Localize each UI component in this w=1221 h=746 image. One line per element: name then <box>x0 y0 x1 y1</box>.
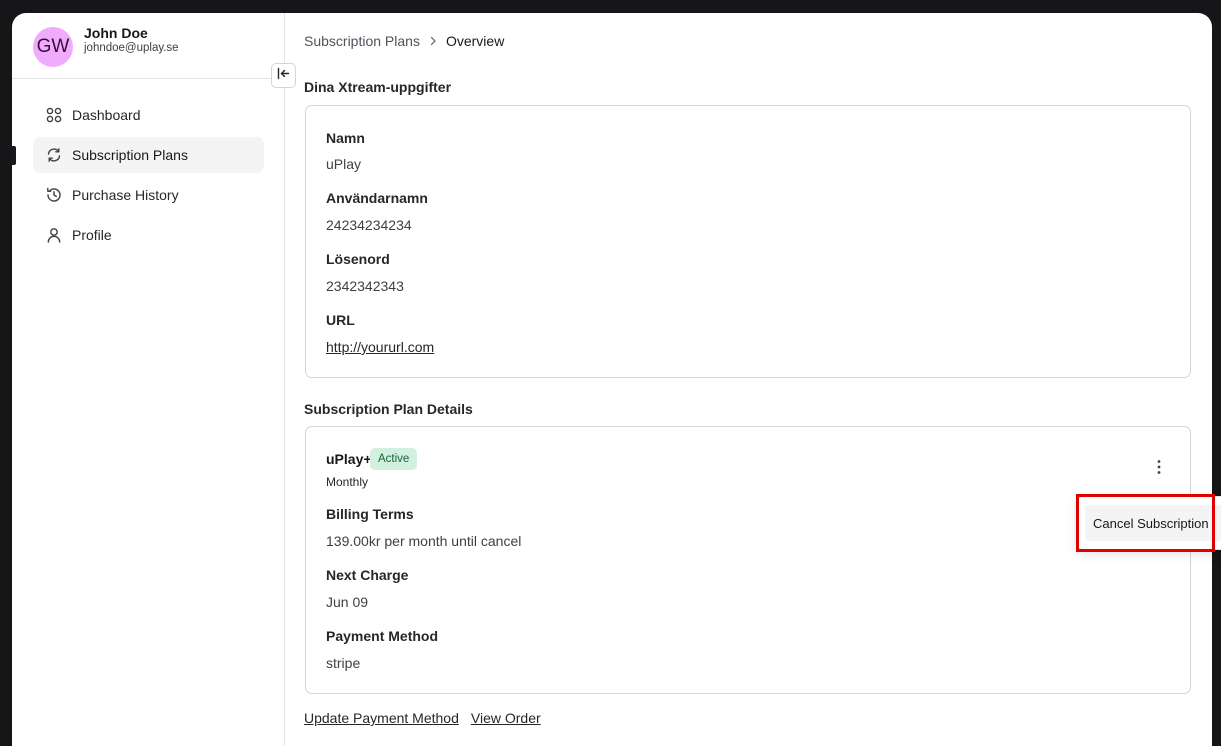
plan-details-card: uPlay+ Active Monthly Billing Terms 139.… <box>305 426 1191 694</box>
plan-actions: Update Payment Method View Order <box>304 710 541 726</box>
update-payment-method-link[interactable]: Update Payment Method <box>304 710 459 726</box>
field-value: 2342342343 <box>326 278 404 294</box>
active-indicator <box>12 146 16 165</box>
field-label: Lösenord <box>326 251 390 267</box>
sidebar-item-dashboard[interactable]: Dashboard <box>33 97 264 133</box>
field-label: Namn <box>326 130 365 146</box>
app-window: GW John Doe johndoe@uplay.se Dashboard S… <box>12 13 1212 746</box>
refresh-icon <box>45 146 63 164</box>
main-content: Subscription Plans Overview Dina Xtream-… <box>286 13 1212 746</box>
plan-period: Monthly <box>326 475 369 489</box>
field-label: Payment Method <box>326 628 439 644</box>
breadcrumb: Subscription Plans Overview <box>304 33 504 49</box>
field-value: 139.00kr per month until cancel <box>326 533 522 549</box>
sidebar-item-label: Dashboard <box>72 107 141 123</box>
history-icon <box>45 186 63 204</box>
field-value: uPlay <box>326 156 362 172</box>
sidebar-item-label: Profile <box>72 227 112 243</box>
more-vertical-icon <box>1157 459 1161 480</box>
field-value: Jun 09 <box>326 594 369 610</box>
xtream-details-card: Namn uPlay Användarnamn 24234234234 Löse… <box>305 105 1191 378</box>
sidebar-nav: Dashboard Subscription Plans Purchase Hi… <box>12 97 264 257</box>
cancel-subscription-menu-item[interactable]: Cancel Subscription <box>1085 505 1221 541</box>
user-icon <box>45 226 63 244</box>
xtream-section-title: Dina Xtream-uppgifter <box>304 79 452 95</box>
sidebar-item-profile[interactable]: Profile <box>33 217 264 253</box>
more-options-button[interactable] <box>1150 459 1168 479</box>
sidebar-item-label: Subscription Plans <box>72 147 188 163</box>
avatar: GW <box>33 27 73 67</box>
collapse-sidebar-button[interactable] <box>271 63 296 88</box>
breadcrumb-current: Overview <box>445 33 505 49</box>
field-label: Användarnamn <box>326 190 428 206</box>
plan-name: uPlay+ <box>326 451 372 467</box>
sidebar-item-label: Purchase History <box>72 187 179 203</box>
xtream-url-link[interactable]: http://yoururl.com <box>326 339 434 355</box>
collapse-left-icon <box>277 67 290 85</box>
field-label: URL <box>326 312 355 328</box>
user-header: GW John Doe johndoe@uplay.se <box>12 13 284 79</box>
field-value: 24234234234 <box>326 217 412 233</box>
chevron-right-icon <box>429 36 437 46</box>
breadcrumb-parent[interactable]: Subscription Plans <box>304 33 420 49</box>
sidebar-item-purchase-history[interactable]: Purchase History <box>33 177 264 213</box>
user-email: johndoe@uplay.se <box>84 42 179 54</box>
field-value: stripe <box>326 655 361 671</box>
plan-options-menu: Cancel Subscription <box>1077 496 1221 550</box>
plan-section-title: Subscription Plan Details <box>304 401 473 417</box>
field-label: Next Charge <box>326 567 409 583</box>
view-order-link[interactable]: View Order <box>471 710 541 726</box>
sidebar: GW John Doe johndoe@uplay.se Dashboard S… <box>12 13 285 746</box>
status-badge: Active <box>370 448 418 470</box>
sidebar-item-subscription-plans[interactable]: Subscription Plans <box>12 137 264 173</box>
field-label: Billing Terms <box>326 506 414 522</box>
dashboard-icon <box>45 106 63 124</box>
user-name: John Doe <box>84 25 148 41</box>
